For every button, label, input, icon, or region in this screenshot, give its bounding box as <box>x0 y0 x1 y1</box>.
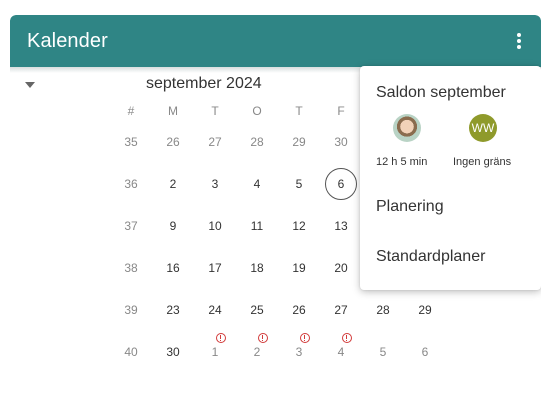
day-cell[interactable]: 30 <box>152 345 194 359</box>
day-cell[interactable]: 3 <box>194 177 236 191</box>
alert-icon <box>216 333 226 343</box>
day-cell[interactable]: 3 <box>278 333 320 359</box>
day-cell[interactable]: 9 <box>152 219 194 233</box>
day-cell[interactable]: 26 <box>278 303 320 317</box>
day-number: 2 <box>253 345 261 359</box>
day-cell[interactable]: 1 <box>194 333 236 359</box>
day-cell[interactable]: 6 <box>404 345 446 359</box>
caret-down-icon[interactable] <box>25 82 35 88</box>
day-cell[interactable]: 11 <box>236 219 278 233</box>
day-cell[interactable]: 16 <box>152 261 194 275</box>
calendar-header: Kalender <box>10 15 541 67</box>
day-number: 1 <box>211 345 219 359</box>
weekday-header: O <box>252 103 262 118</box>
day-cell-today[interactable]: 6 <box>320 168 362 200</box>
day-cell[interactable]: 4 <box>320 333 362 359</box>
day-cell[interactable]: 28 <box>362 303 404 317</box>
day-cell[interactable]: 20 <box>320 261 362 275</box>
alert-icon <box>300 333 310 343</box>
user-avatar-initials: WW <box>469 114 497 142</box>
weekday-header: M <box>168 103 178 118</box>
alert-icon <box>342 333 352 343</box>
day-cell[interactable]: 26 <box>152 135 194 149</box>
day-number: 3 <box>295 345 303 359</box>
balance-title: Saldon september <box>376 84 506 101</box>
day-number: 4 <box>337 345 345 359</box>
week-number: 35 <box>124 135 138 149</box>
day-cell[interactable]: 5 <box>362 345 404 359</box>
day-cell[interactable]: 27 <box>320 303 362 317</box>
more-options-icon[interactable] <box>515 31 523 51</box>
day-cell[interactable]: 27 <box>194 135 236 149</box>
week-number: 38 <box>124 261 138 275</box>
menu-item-planning[interactable]: Planering <box>376 198 444 216</box>
day-cell[interactable]: 28 <box>236 135 278 149</box>
alert-icon <box>258 333 268 343</box>
day-cell[interactable]: 10 <box>194 219 236 233</box>
day-cell[interactable]: 30 <box>320 135 362 149</box>
calendar-title: Kalender <box>27 29 108 52</box>
weekday-header: T <box>295 103 303 118</box>
weekday-header: # <box>127 103 135 118</box>
day-cell[interactable]: 4 <box>236 177 278 191</box>
day-cell[interactable]: 2 <box>152 177 194 191</box>
day-cell[interactable]: 12 <box>278 219 320 233</box>
day-cell[interactable]: 18 <box>236 261 278 275</box>
week-row: 39 23 24 25 26 27 28 29 <box>110 289 446 331</box>
day-cell[interactable]: 25 <box>236 303 278 317</box>
user2-balance: Ingen gräns <box>453 156 512 168</box>
day-cell[interactable]: 17 <box>194 261 236 275</box>
day-cell[interactable]: 29 <box>404 303 446 317</box>
week-number: 36 <box>124 177 138 191</box>
week-number: 37 <box>124 219 138 233</box>
options-menu: Saldon september WW 12 h 5 min Ingen grä… <box>360 66 541 290</box>
weekday-header-row: # M T O T F <box>110 91 362 130</box>
day-cell[interactable]: 19 <box>278 261 320 275</box>
day-cell[interactable]: 13 <box>320 219 362 233</box>
day-cell[interactable]: 5 <box>278 177 320 191</box>
weekday-header: F <box>337 103 345 118</box>
day-cell[interactable]: 24 <box>194 303 236 317</box>
menu-item-standard-plans[interactable]: Standardplaner <box>376 248 485 266</box>
week-number: 40 <box>124 345 138 359</box>
user1-balance: 12 h 5 min <box>376 156 428 168</box>
week-row: 40 30 1 2 3 4 5 6 <box>110 331 446 373</box>
user-avatar <box>393 114 421 142</box>
day-cell[interactable]: 23 <box>152 303 194 317</box>
week-number: 39 <box>124 303 138 317</box>
day-cell[interactable]: 29 <box>278 135 320 149</box>
day-cell[interactable]: 2 <box>236 333 278 359</box>
weekday-header: T <box>211 103 219 118</box>
today-marker: 6 <box>325 168 357 200</box>
